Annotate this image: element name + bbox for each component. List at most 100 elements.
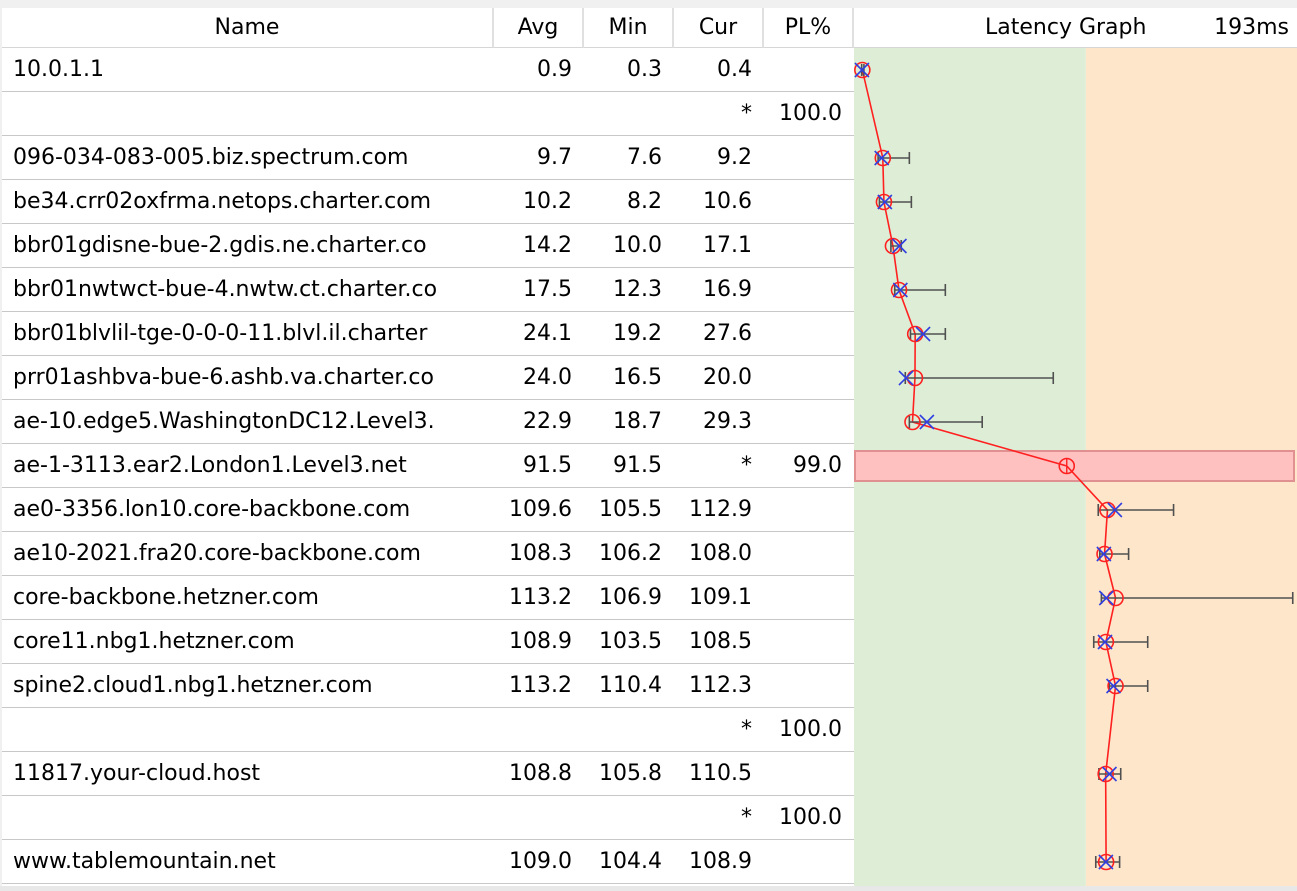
hop-pl: [762, 488, 842, 532]
hop-cur: *: [741, 453, 752, 478]
hop-avg: 17.5: [523, 277, 572, 302]
hop-row[interactable]: bbr01blvlil-tge-0-0-0-11.blvl.il.charter…: [2, 312, 854, 356]
hop-avg: 91.5: [523, 453, 572, 478]
hop-cur: 112.9: [689, 497, 752, 522]
hop-row[interactable]: be34.crr02oxfrma.netops.charter.com 10.2 8…: [2, 180, 854, 224]
hop-avg: 14.2: [523, 233, 572, 258]
latency-graph-svg: [854, 48, 1297, 886]
hop-min: 106.9: [599, 585, 662, 610]
hop-avg: 113.2: [509, 585, 572, 610]
hop-avg: 0.9: [537, 57, 572, 82]
hop-row[interactable]: 11817.your-cloud.host 108.8 105.8 110.5: [2, 752, 854, 796]
hop-name: ae-1-3113.ear2.London1.Level3.net: [13, 453, 407, 478]
hop-name: [13, 708, 483, 752]
hop-name: www.tablemountain.net: [13, 849, 276, 874]
hop-row[interactable]: * 100.0: [2, 92, 854, 136]
hop-row[interactable]: bbr01nwtwct-bue-4.nwtw.ct.charter.co 17.5…: [2, 268, 854, 312]
hop-pl: [762, 620, 842, 664]
hop-cur: 108.0: [689, 541, 752, 566]
hop-cur: 108.5: [689, 629, 752, 654]
hop-pl: 100.0: [779, 717, 842, 742]
hop-pl: [762, 664, 842, 708]
column-header-min[interactable]: Min: [584, 8, 674, 48]
hop-avg: 24.1: [523, 321, 572, 346]
hop-name: ae0-3356.lon10.core-backbone.com: [13, 497, 411, 522]
hop-cur: 17.1: [703, 233, 752, 258]
hop-min: [582, 92, 662, 136]
hop-avg: 108.9: [509, 629, 572, 654]
hop-name: prr01ashbva-bue-6.ashb.va.charter.co: [13, 365, 434, 390]
hop-name: 11817.your-cloud.host: [13, 761, 261, 786]
hop-pl: [762, 136, 842, 180]
hop-cur: 29.3: [703, 409, 752, 434]
hop-cur: *: [741, 805, 752, 830]
column-header-avg[interactable]: Avg: [494, 8, 584, 48]
hop-min: 106.2: [599, 541, 662, 566]
hop-min: 105.5: [599, 497, 662, 522]
column-header-name[interactable]: Name: [2, 8, 494, 48]
hop-pl: [762, 356, 842, 400]
hop-row[interactable]: ae10-2021.fra20.core-backbone.com 108.3 10…: [2, 532, 854, 576]
hop-avg: [492, 796, 572, 840]
column-header-pl[interactable]: PL%: [764, 8, 854, 48]
hop-row[interactable]: www.tablemountain.net 109.0 104.4 108.9: [2, 840, 854, 884]
hop-min: 10.0: [613, 233, 662, 258]
hop-row[interactable]: * 100.0: [2, 796, 854, 840]
hop-row[interactable]: ae-1-3113.ear2.London1.Level3.net 91.5 91.…: [2, 444, 854, 488]
hop-cur: 110.5: [689, 761, 752, 786]
hop-min: 91.5: [613, 453, 662, 478]
hop-cur: 10.6: [703, 189, 752, 214]
hop-name: bbr01nwtwct-bue-4.nwtw.ct.charter.co: [13, 277, 438, 302]
hop-name: ae10-2021.fra20.core-backbone.com: [13, 541, 421, 566]
hop-avg: 109.0: [509, 849, 572, 874]
hop-cur: 0.4: [717, 57, 752, 82]
hop-avg: 108.3: [509, 541, 572, 566]
hop-row[interactable]: bbr01gdisne-bue-2.gdis.ne.charter.co 14.2…: [2, 224, 854, 268]
hop-row[interactable]: * 100.0: [2, 708, 854, 752]
hop-name: spine2.cloud1.nbg1.hetzner.com: [13, 673, 373, 698]
hop-avg: [492, 92, 572, 136]
hop-name: 096-034-083-005.biz.spectrum.com: [13, 145, 409, 170]
hop-name: [13, 92, 483, 136]
hop-min: 8.2: [627, 189, 662, 214]
hop-pl: [762, 752, 842, 796]
hop-row[interactable]: ae-10.edge5.WashingtonDC12.Level3. 22.9 18…: [2, 400, 854, 444]
hop-row[interactable]: prr01ashbva-bue-6.ashb.va.charter.co 24.0…: [2, 356, 854, 400]
hop-name: ae-10.edge5.WashingtonDC12.Level3.: [13, 409, 435, 434]
hop-cur: 9.2: [717, 145, 752, 170]
hop-name: bbr01blvlil-tge-0-0-0-11.blvl.il.charter: [13, 321, 428, 346]
hop-name: bbr01gdisne-bue-2.gdis.ne.charter.co: [13, 233, 427, 258]
hop-avg: 9.7: [537, 145, 572, 170]
hop-pl: [762, 840, 842, 884]
hop-pl: [762, 268, 842, 312]
hop-row[interactable]: 10.0.1.1 0.9 0.3 0.4: [2, 48, 854, 92]
hop-cur: *: [741, 101, 752, 126]
hop-avg: 108.8: [509, 761, 572, 786]
hop-pl: 100.0: [779, 805, 842, 830]
hop-min: [582, 796, 662, 840]
hop-row[interactable]: core11.nbg1.hetzner.com 108.9 103.5 108.5: [2, 620, 854, 664]
hop-pl: [762, 400, 842, 444]
hop-min: 105.8: [599, 761, 662, 786]
hop-name: core-backbone.hetzner.com: [13, 585, 319, 610]
hop-avg: 10.2: [523, 189, 572, 214]
hop-row[interactable]: spine2.cloud1.nbg1.hetzner.com 113.2 110.4…: [2, 664, 854, 708]
hop-pl: 100.0: [779, 101, 842, 126]
hop-min: 12.3: [613, 277, 662, 302]
hop-cur: 108.9: [689, 849, 752, 874]
hop-min: 7.6: [627, 145, 662, 170]
hop-min: 104.4: [599, 849, 662, 874]
hop-min: [582, 708, 662, 752]
column-header-latency-graph[interactable]: Latency Graph 193ms: [854, 8, 1297, 48]
hop-avg: 24.0: [523, 365, 572, 390]
hop-row[interactable]: 096-034-083-005.biz.spectrum.com 9.7 7.6 9.…: [2, 136, 854, 180]
hop-avg: 109.6: [509, 497, 572, 522]
hop-pl: [762, 48, 842, 92]
hop-pl: [762, 224, 842, 268]
hop-name: be34.crr02oxfrma.netops.charter.com: [13, 189, 432, 214]
column-header-cur[interactable]: Cur: [674, 8, 764, 48]
hop-row[interactable]: core-backbone.hetzner.com 113.2 106.9 109.1: [2, 576, 854, 620]
hop-pl: [762, 532, 842, 576]
hop-pl: [762, 312, 842, 356]
hop-row[interactable]: ae0-3356.lon10.core-backbone.com 109.6 105…: [2, 488, 854, 532]
